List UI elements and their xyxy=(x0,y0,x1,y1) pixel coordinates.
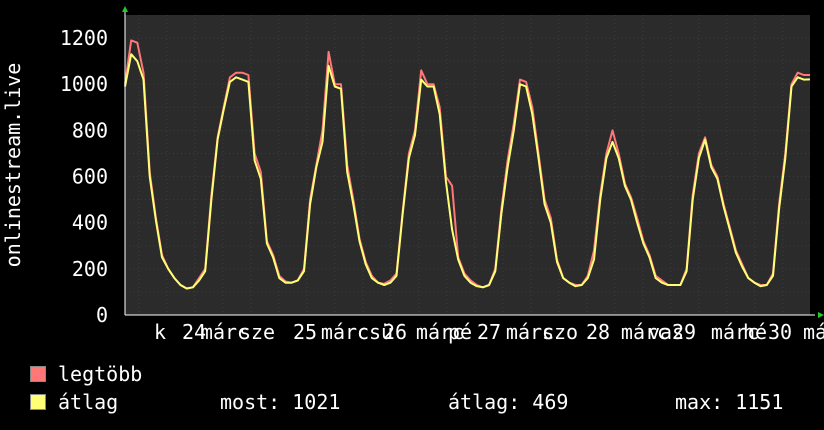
x-tick-label: sze xyxy=(239,320,275,344)
x-tick-label: má xyxy=(803,320,824,344)
y-tick-label: 1000 xyxy=(60,72,108,96)
legend-max-swatch xyxy=(30,366,46,382)
y-tick-label: 0 xyxy=(96,303,108,327)
x-tick-label: 28 xyxy=(586,320,610,344)
x-tick-label: 27 xyxy=(477,320,501,344)
stat-average: átlag: 469 xyxy=(448,390,569,414)
x-tick-label: k xyxy=(154,320,166,344)
stat-current: most: 1021 xyxy=(220,390,341,414)
x-tick-label: 26 xyxy=(383,320,407,344)
y-tick-label: 800 xyxy=(72,118,108,142)
y-axis-arrow xyxy=(122,6,128,12)
legend-avg-label: átlag xyxy=(58,390,119,414)
legend-avg: átlag xyxy=(30,390,118,414)
x-tick-label: 25 xyxy=(293,320,317,344)
x-tick-label: 29 xyxy=(672,320,696,344)
y-tick-label: 1200 xyxy=(60,26,108,50)
legend-max: legtöbb xyxy=(30,362,142,386)
x-tick-label: hé xyxy=(743,320,767,344)
y-tick-label: 200 xyxy=(72,257,108,281)
x-tick-label: pé xyxy=(448,320,472,344)
x-tick-label: 30 xyxy=(768,320,792,344)
x-axis-arrow xyxy=(818,312,824,318)
y-tick-label: 600 xyxy=(72,165,108,189)
legend-avg-swatch xyxy=(30,394,46,410)
y-axis-label: onlinestream.live xyxy=(1,63,25,268)
x-tick-label: szo xyxy=(542,320,578,344)
stat-maximum: max: 1151 xyxy=(675,390,784,414)
plot-background xyxy=(125,15,810,315)
traffic-chart: 020040060080010001200k 24márcsze 25 márccsü… xyxy=(1,6,824,344)
y-tick-label: 400 xyxy=(72,211,108,235)
legend-max-label: legtöbb xyxy=(58,362,143,386)
